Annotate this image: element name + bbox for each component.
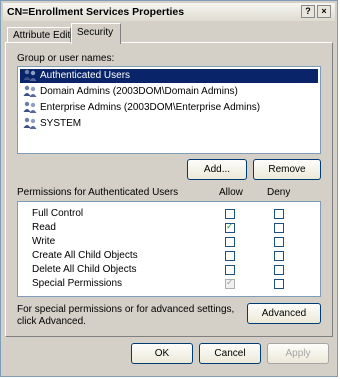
deny-checkbox[interactable] bbox=[274, 279, 284, 289]
permission-name: Read bbox=[32, 222, 56, 233]
help-button[interactable]: ? bbox=[301, 5, 315, 18]
add-button[interactable]: Add... bbox=[187, 159, 247, 180]
advanced-button[interactable]: Advanced bbox=[247, 303, 321, 324]
permission-name: Special Permissions bbox=[32, 278, 123, 289]
deny-header: Deny bbox=[267, 187, 291, 198]
title-bar[interactable]: CN=Enrollment Services Properties ? × bbox=[3, 3, 335, 21]
permissions-list: Full Control Read Write Create All Child… bbox=[17, 201, 321, 297]
user-name: Authenticated Users bbox=[40, 70, 131, 81]
window-title: CN=Enrollment Services Properties bbox=[7, 6, 185, 18]
list-item[interactable]: Enterprise Admins (2003DOM\Enterprise Ad… bbox=[20, 101, 263, 115]
cancel-button[interactable]: Cancel bbox=[199, 343, 261, 364]
users-icon bbox=[23, 86, 37, 98]
apply-button[interactable]: Apply bbox=[267, 343, 329, 364]
list-item[interactable]: Authenticated Users bbox=[20, 69, 318, 83]
permission-name: Full Control bbox=[32, 208, 84, 219]
users-icon bbox=[23, 102, 37, 114]
list-item[interactable]: SYSTEM bbox=[20, 117, 84, 131]
ok-button[interactable]: OK bbox=[131, 343, 193, 364]
special-permissions-text: click Advanced. bbox=[17, 316, 86, 327]
allow-checkbox[interactable] bbox=[225, 209, 235, 219]
close-button[interactable]: × bbox=[317, 5, 331, 18]
permission-name: Delete All Child Objects bbox=[32, 264, 137, 275]
allow-header: Allow bbox=[219, 187, 243, 198]
tab-attribute-editor[interactable]: Attribute Editor bbox=[7, 27, 79, 43]
properties-dialog: CN=Enrollment Services Properties ? × At… bbox=[0, 0, 338, 377]
special-permissions-text: For special permissions or for advanced … bbox=[17, 304, 235, 315]
deny-checkbox[interactable] bbox=[274, 209, 284, 219]
tab-security[interactable]: Security bbox=[71, 23, 121, 44]
allow-checkbox[interactable] bbox=[225, 251, 235, 261]
user-list[interactable]: Authenticated Users Domain Admins (2003D… bbox=[17, 66, 321, 154]
deny-checkbox[interactable] bbox=[274, 251, 284, 261]
permission-name: Create All Child Objects bbox=[32, 250, 138, 261]
allow-checkbox[interactable] bbox=[225, 237, 235, 247]
user-name: SYSTEM bbox=[40, 118, 82, 129]
deny-checkbox[interactable] bbox=[274, 237, 284, 247]
group-label: Group or user names: bbox=[17, 53, 115, 64]
user-name: Domain Admins (2003DOM\Domain Admins) bbox=[40, 86, 238, 97]
user-name: Enterprise Admins (2003DOM\Enterprise Ad… bbox=[40, 102, 261, 113]
allow-checkbox[interactable] bbox=[225, 265, 235, 275]
users-icon bbox=[23, 118, 37, 130]
remove-button[interactable]: Remove bbox=[253, 159, 321, 180]
allow-checkbox bbox=[225, 277, 235, 289]
permissions-label: Permissions for Authenticated Users bbox=[17, 187, 179, 198]
list-item[interactable]: Domain Admins (2003DOM\Domain Admins) bbox=[20, 85, 241, 99]
permission-name: Write bbox=[32, 236, 56, 247]
allow-checkbox[interactable] bbox=[225, 221, 235, 233]
deny-checkbox[interactable] bbox=[274, 223, 284, 233]
users-icon bbox=[23, 70, 37, 82]
deny-checkbox[interactable] bbox=[274, 265, 284, 275]
